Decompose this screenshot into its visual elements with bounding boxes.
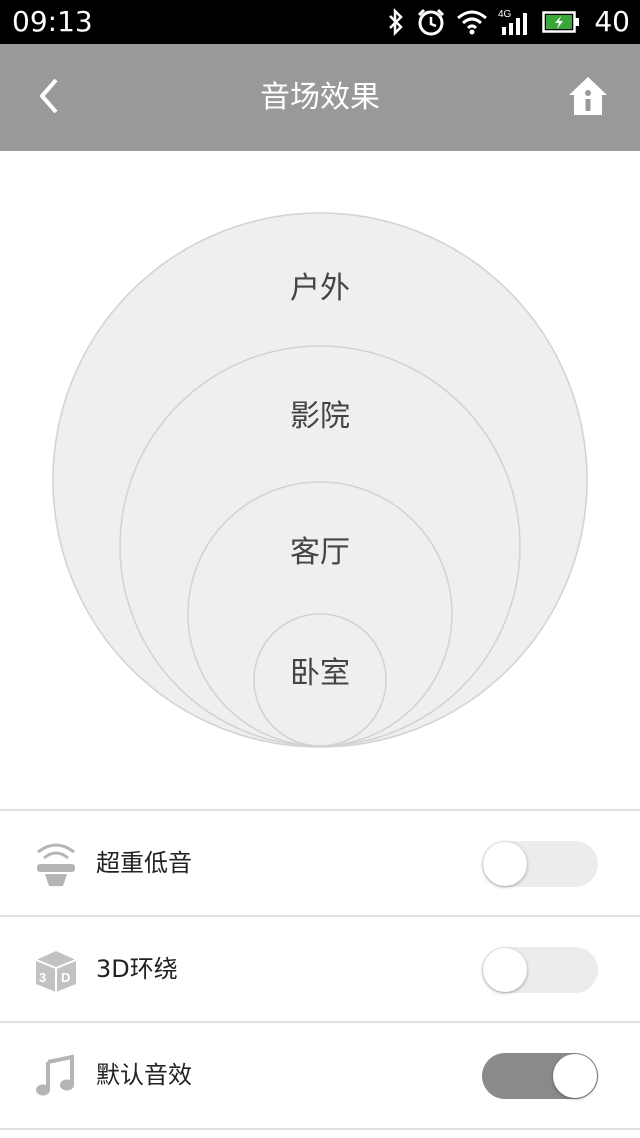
svg-text:3: 3: [39, 970, 46, 985]
alarm-clock-icon: [418, 8, 445, 36]
battery-icon: [542, 11, 580, 33]
scene-label-cinema: 影院: [290, 399, 350, 434]
3d-cube-icon: 3 D: [35, 951, 77, 992]
setting-label-3d: 3D环绕: [96, 955, 178, 983]
home-icon: [569, 77, 607, 115]
cellular-signal-icon: 4G: [498, 9, 528, 35]
toggle-knob: [483, 842, 527, 886]
bluetooth-icon: [389, 8, 404, 36]
sound-field-selector: 户外 影院 客厅 卧室: [0, 151, 640, 809]
setting-row-3d[interactable]: 3 D 3D环绕: [0, 917, 640, 1023]
divider: [0, 1128, 640, 1130]
3d-surround-toggle[interactable]: [482, 947, 598, 993]
page-title: 音场效果: [260, 80, 380, 115]
status-bar: 09:13 4G 40: [0, 0, 640, 44]
subwoofer-icon: [37, 843, 75, 886]
app-bar: 音场效果: [0, 44, 640, 151]
scene-label-living-room: 客厅: [290, 535, 350, 570]
scene-label-outdoor: 户外: [290, 271, 350, 306]
status-icons: 4G 40: [386, 4, 630, 40]
toggle-knob: [483, 948, 527, 992]
setting-row-default[interactable]: 默认音效: [0, 1023, 640, 1129]
status-time: 09:13: [12, 5, 93, 38]
wifi-icon: [457, 10, 488, 35]
setting-label-default: 默认音效: [96, 1061, 192, 1089]
default-sound-toggle[interactable]: [482, 1053, 598, 1099]
bass-toggle[interactable]: [482, 841, 598, 887]
scene-label-bedroom: 卧室: [290, 656, 350, 691]
toggle-knob: [553, 1054, 597, 1098]
music-note-icon: [36, 1054, 74, 1096]
battery-level: 40: [594, 5, 630, 38]
setting-label-bass: 超重低音: [96, 849, 192, 877]
home-button[interactable]: [566, 74, 610, 118]
svg-text:D: D: [61, 970, 70, 985]
setting-row-bass[interactable]: 超重低音: [0, 811, 640, 917]
network-type-label: 4G: [498, 9, 512, 20]
